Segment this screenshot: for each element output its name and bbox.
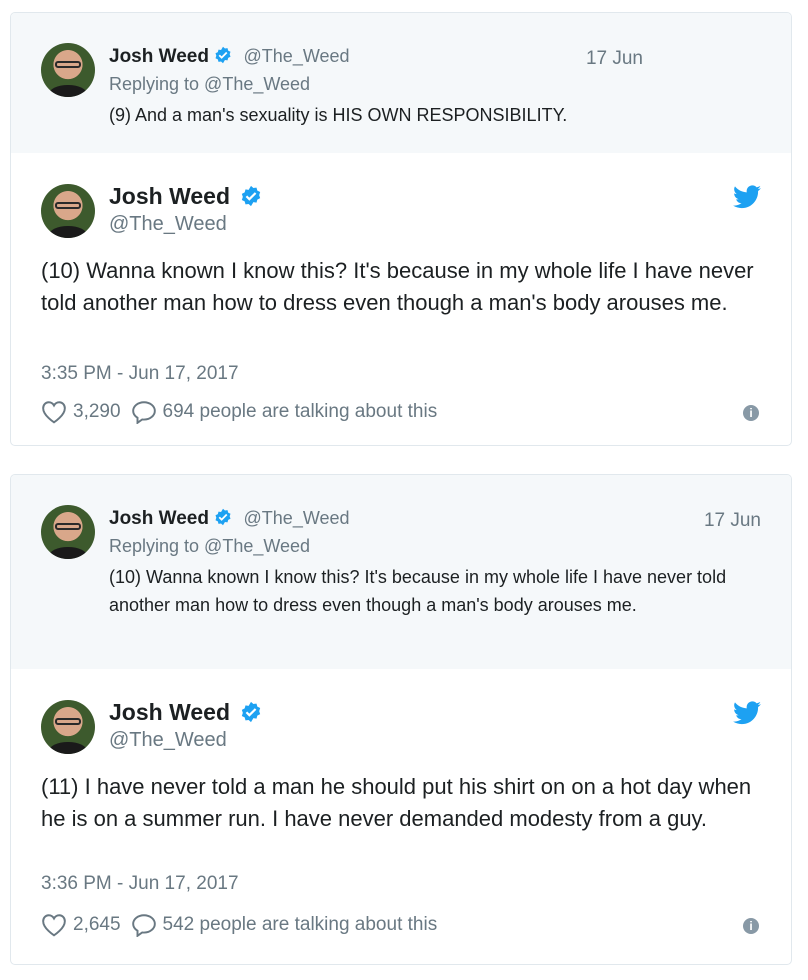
verified-badge-icon [242, 701, 261, 723]
author-name[interactable]: Josh Weed [109, 183, 262, 210]
heart-icon[interactable] [41, 913, 67, 937]
replying-to[interactable]: Replying to @The_Weed [109, 536, 310, 557]
parent-tweet[interactable]: Josh Weed @The_Weed 17 Jun Replying to @… [11, 13, 791, 153]
author-handle[interactable]: @The_Weed [244, 508, 350, 528]
parent-tweet[interactable]: Josh Weed @The_Weed 17 Jun Replying to @… [11, 475, 791, 669]
twitter-bird-icon[interactable] [733, 701, 761, 725]
author-handle[interactable]: @The_Weed [244, 46, 350, 66]
author-name[interactable]: Josh Weed @The_Weed [109, 508, 350, 530]
tweet-timestamp[interactable]: 3:35 PM - Jun 17, 2017 [41, 363, 239, 385]
like-count[interactable]: 3,290 [73, 401, 121, 423]
heart-icon[interactable] [41, 400, 67, 424]
embedded-tweet-card: Josh Weed @The_Weed 17 Jun Replying to @… [10, 12, 792, 446]
verified-badge-icon [215, 46, 231, 64]
author-name-text: Josh Weed [109, 183, 230, 209]
tweet-date[interactable]: 17 Jun [704, 510, 761, 532]
speech-bubble-icon[interactable] [131, 400, 157, 424]
avatar[interactable] [41, 43, 95, 97]
author-name-text: Josh Weed [109, 508, 209, 529]
talking-count[interactable]: 542 people are talking about this [163, 914, 438, 936]
verified-badge-icon [215, 508, 231, 526]
replying-to[interactable]: Replying to @The_Weed [109, 74, 310, 95]
tweet-text: (11) I have never told a man he should p… [41, 774, 752, 831]
author-name-text: Josh Weed [109, 699, 230, 725]
author-handle[interactable]: @The_Weed [109, 729, 227, 752]
avatar[interactable] [41, 184, 95, 238]
speech-bubble-icon[interactable] [131, 913, 157, 937]
avatar[interactable] [41, 700, 95, 754]
tweet-date[interactable]: 17 Jun [586, 48, 643, 70]
verified-badge-icon [242, 185, 261, 207]
embedded-tweet-card: Josh Weed @The_Weed 17 Jun Replying to @… [10, 474, 792, 965]
info-icon[interactable]: i [743, 405, 759, 421]
talking-count[interactable]: 694 people are talking about this [163, 401, 438, 423]
tweet-text: (10) Wanna known I know this? It's becau… [41, 258, 754, 315]
like-count[interactable]: 2,645 [73, 914, 121, 936]
tweet-actions: 3,290 694 people are talking about this [41, 400, 437, 424]
author-handle[interactable]: @The_Weed [109, 213, 227, 236]
tweet-actions: 2,645 542 people are talking about this [41, 913, 437, 937]
tweet-text: (9) And a man's sexuality is HIS OWN RES… [109, 105, 568, 125]
author-name[interactable]: Josh Weed [109, 699, 262, 726]
tweet-timestamp[interactable]: 3:36 PM - Jun 17, 2017 [41, 873, 239, 895]
avatar[interactable] [41, 505, 95, 559]
author-name[interactable]: Josh Weed @The_Weed [109, 46, 350, 68]
author-name-text: Josh Weed [109, 46, 209, 67]
twitter-bird-icon[interactable] [733, 185, 761, 209]
tweet-text: (10) Wanna known I know this? It's becau… [109, 567, 727, 615]
info-icon[interactable]: i [743, 918, 759, 934]
